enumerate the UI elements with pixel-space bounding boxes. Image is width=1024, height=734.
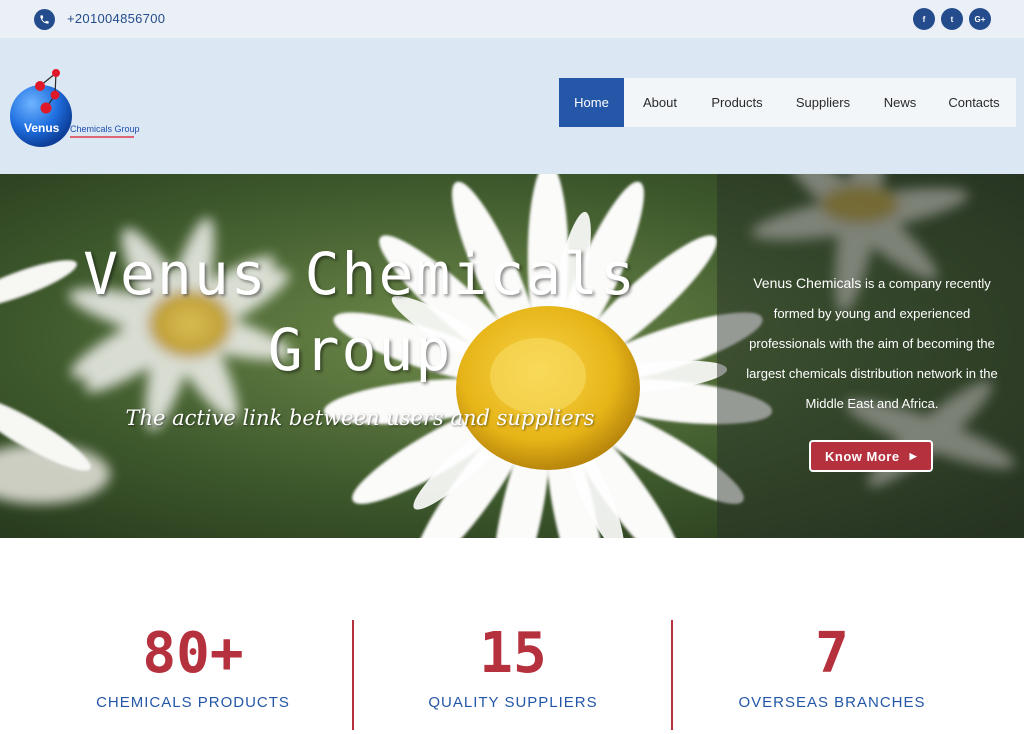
- venus-logo[interactable]: Venus Chemicals Group: [8, 66, 158, 156]
- hero-info-panel: Venus Chemicals is a company recently fo…: [717, 174, 1024, 538]
- caret-right-icon: ▶: [909, 450, 917, 461]
- stat-label: QUALITY SUPPLIERS: [428, 694, 598, 711]
- stat-value: 7: [815, 621, 849, 686]
- stat-branches: 7 OVERSEAS BRANCHES: [662, 538, 1002, 734]
- hero-description-brand: Venus Chemicals: [753, 275, 862, 291]
- stat-products: 80+ CHEMICALS PRODUCTS: [23, 538, 363, 734]
- nav-products[interactable]: Products: [696, 78, 778, 127]
- stat-suppliers: 15 QUALITY SUPPLIERS: [343, 538, 683, 734]
- phone-number[interactable]: +201004856700: [67, 11, 165, 26]
- hero-title-line2: Group: [267, 316, 453, 384]
- hero-title-line1: Venus Chemicals: [83, 240, 637, 308]
- hero-banner: Venus Chemicals Group The active link be…: [0, 174, 1024, 538]
- twitter-icon[interactable]: t: [941, 8, 963, 30]
- hero-title: Venus Chemicals Group: [60, 236, 660, 388]
- hero-description-text: is a company recently formed by young an…: [746, 276, 998, 411]
- stat-value: 80+: [142, 621, 244, 686]
- hero-description: Venus Chemicals is a company recently fo…: [737, 268, 1007, 419]
- nav-suppliers[interactable]: Suppliers: [778, 78, 868, 127]
- know-more-label: Know More: [825, 448, 900, 464]
- main-nav: Home About Products Suppliers News Conta…: [559, 78, 1016, 127]
- nav-home[interactable]: Home: [559, 78, 624, 127]
- know-more-button[interactable]: Know More ▶: [809, 440, 933, 472]
- google-plus-icon[interactable]: G+: [969, 8, 991, 30]
- top-bar: +201004856700 f t G+: [0, 0, 1024, 38]
- nav-about[interactable]: About: [624, 78, 696, 127]
- stat-label: OVERSEAS BRANCHES: [738, 694, 926, 711]
- logo-tagline: Chemicals Group: [70, 124, 140, 134]
- site-header: Venus Chemicals Group Home About Product…: [0, 38, 1024, 174]
- stat-value: 15: [479, 621, 547, 686]
- stat-label: CHEMICALS PRODUCTS: [96, 694, 290, 711]
- stats-section: 80+ CHEMICALS PRODUCTS 15 QUALITY SUPPLI…: [0, 538, 1024, 734]
- nav-contacts[interactable]: Contacts: [932, 78, 1016, 127]
- logo-word: Venus: [24, 121, 60, 135]
- nav-news[interactable]: News: [868, 78, 932, 127]
- hero-tagline: The active link between users and suppli…: [125, 406, 595, 430]
- phone-icon: [34, 9, 55, 30]
- facebook-icon[interactable]: f: [913, 8, 935, 30]
